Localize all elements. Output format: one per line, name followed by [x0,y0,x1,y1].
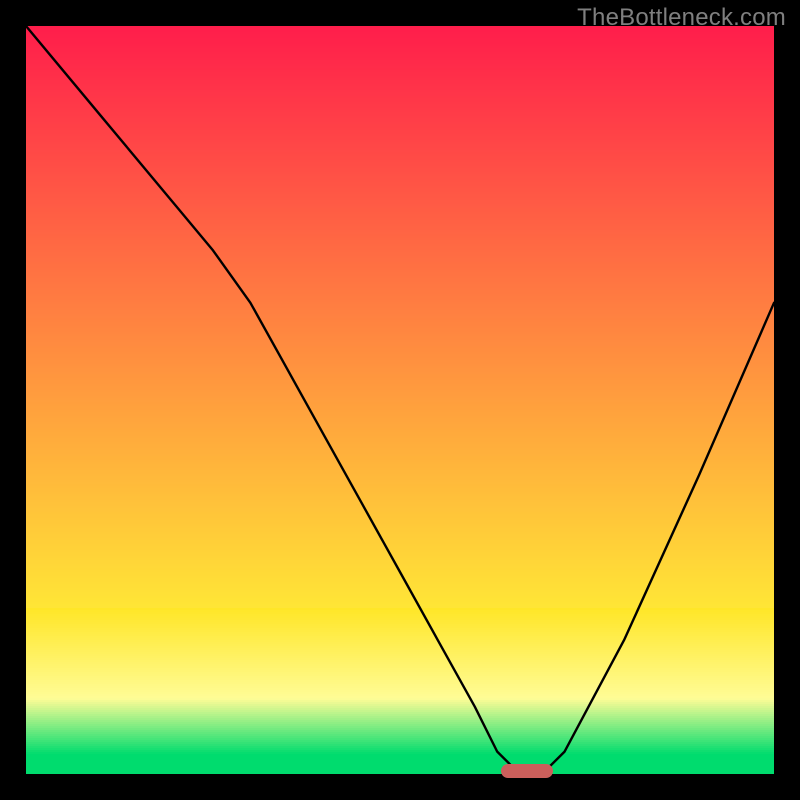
optimal-range-marker [501,764,553,778]
gradient-plot-area [26,26,774,774]
watermark-text: TheBottleneck.com [577,4,786,32]
chart-stage: TheBottleneck.com [0,0,800,800]
